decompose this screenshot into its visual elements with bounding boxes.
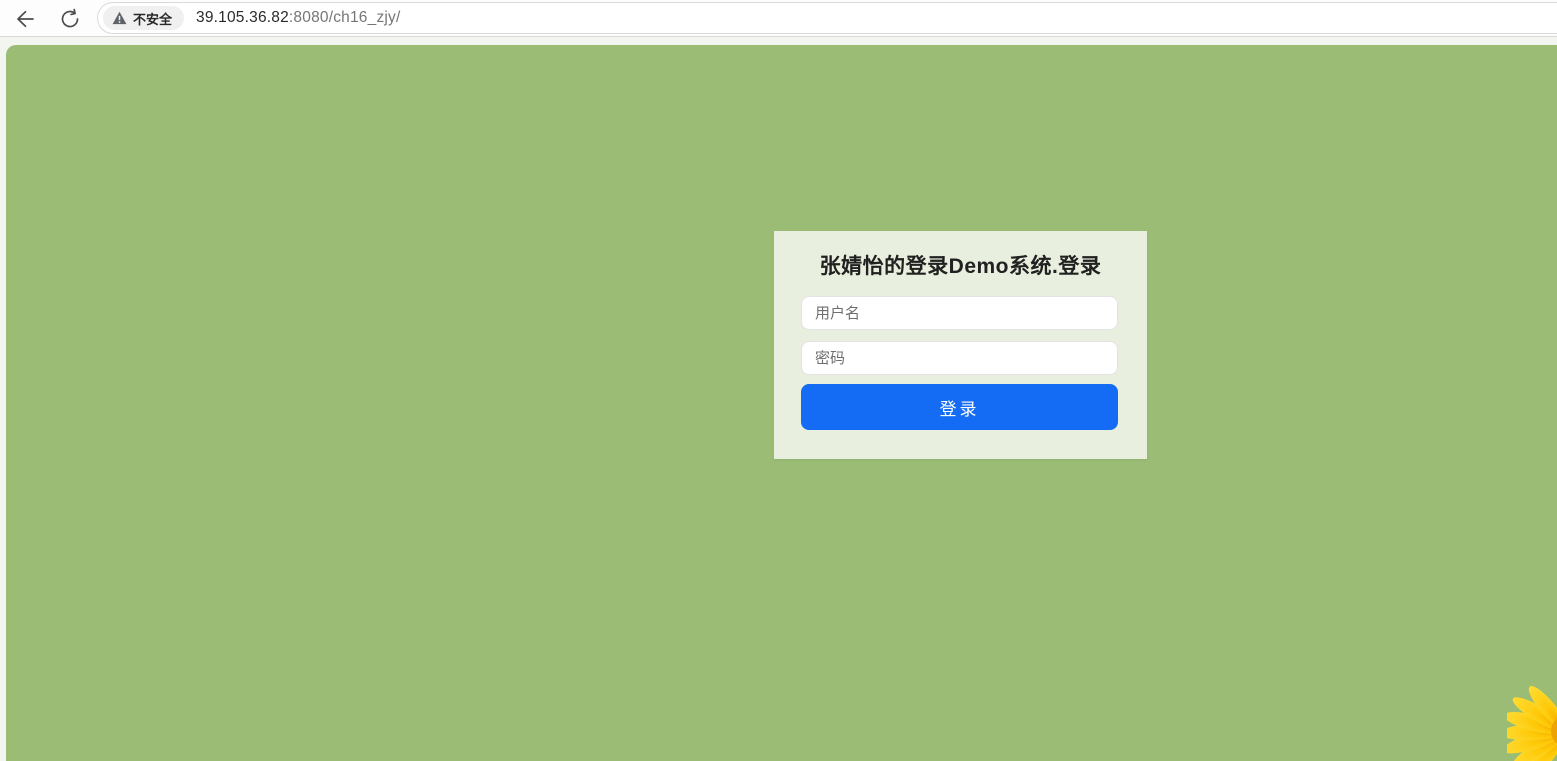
address-bar[interactable]: 不安全 39.105.36.82:8080/ch16_zjy/ bbox=[97, 2, 1557, 34]
back-icon bbox=[13, 7, 37, 31]
browser-toolbar: 不安全 39.105.36.82:8080/ch16_zjy/ bbox=[0, 0, 1557, 37]
password-input[interactable] bbox=[801, 341, 1118, 375]
reload-icon bbox=[58, 7, 82, 31]
reload-button[interactable] bbox=[55, 4, 85, 34]
warning-icon bbox=[112, 11, 127, 25]
security-chip[interactable]: 不安全 bbox=[103, 6, 185, 30]
url-path: :8080/ch16_zjy/ bbox=[288, 9, 401, 26]
security-badge-label: 不安全 bbox=[133, 11, 173, 27]
login-button[interactable]: 登录 bbox=[801, 384, 1118, 430]
webpage-background: 张婧怡的登录Demo系统.登录 登录 bbox=[6, 45, 1557, 761]
url-host: 39.105.36.82 bbox=[196, 9, 289, 26]
url-text: 39.105.36.82:8080/ch16_zjy/ bbox=[196, 9, 400, 27]
login-card: 张婧怡的登录Demo系统.登录 登录 bbox=[774, 231, 1147, 459]
login-button-label: 登录 bbox=[939, 399, 980, 419]
back-button[interactable] bbox=[10, 4, 40, 34]
username-input[interactable] bbox=[801, 296, 1118, 330]
login-title: 张婧怡的登录Demo系统.登录 bbox=[819, 255, 1102, 278]
page-frame: 张婧怡的登录Demo系统.登录 登录 bbox=[0, 38, 1557, 761]
sunflower-illustration bbox=[1500, 683, 1557, 761]
